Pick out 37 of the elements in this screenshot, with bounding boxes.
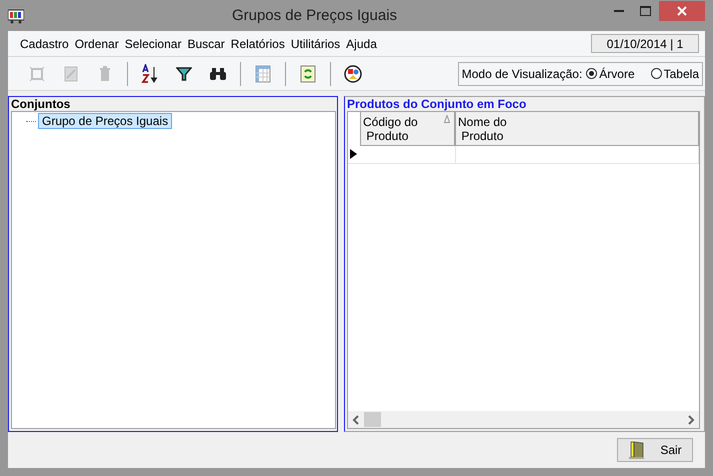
menu-item[interactable]: Utilitários [290,36,340,50]
panel-title: Conjuntos [11,97,72,111]
window-title: Grupos de Preços Iguais [230,7,398,24]
sort-az-icon [141,64,159,84]
radio-option[interactable]: Árvore [586,66,635,80]
column-header[interactable]: Nome do Produto [455,112,699,146]
trash-icon [97,66,113,82]
panel-title: Produtos do Conjunto em Foco [347,97,528,111]
minimize-icon [614,10,624,12]
door-icon [628,441,646,459]
exit-button[interactable]: Sair [617,438,693,462]
date-field: 01/10/2014 | 1 [591,34,699,53]
app-icon [8,8,24,24]
view-mode-label: Modo de Visualização: [462,66,582,80]
report-icon [344,64,362,82]
edit-record-icon [63,66,79,82]
filter-icon [176,66,192,80]
menu-item[interactable]: Selecionar [124,36,182,50]
binoculars-icon [209,66,227,80]
close-button[interactable] [659,1,705,21]
column-header[interactable]: Código do Produto [360,112,455,146]
menu-item[interactable]: Ajuda [346,36,377,50]
table-icon [255,64,271,82]
menu-item[interactable]: Buscar [187,36,225,50]
horizontal-scrollbar[interactable] [348,411,699,428]
maximize-icon [640,6,651,16]
refresh-icon [300,64,316,82]
menu-item[interactable]: Relatórios [230,36,285,50]
scroll-thumb[interactable] [364,412,381,427]
menu-item[interactable]: Ordenar [74,36,119,50]
radio-option[interactable]: Tabela [650,66,699,80]
sort-icon [444,115,450,123]
menu-item[interactable]: Cadastro [20,36,69,50]
tree-item[interactable]: Grupo de Preços Iguais [38,113,172,129]
row-pointer-icon [350,149,358,159]
new-record-icon [29,66,45,82]
close-icon [677,6,687,16]
